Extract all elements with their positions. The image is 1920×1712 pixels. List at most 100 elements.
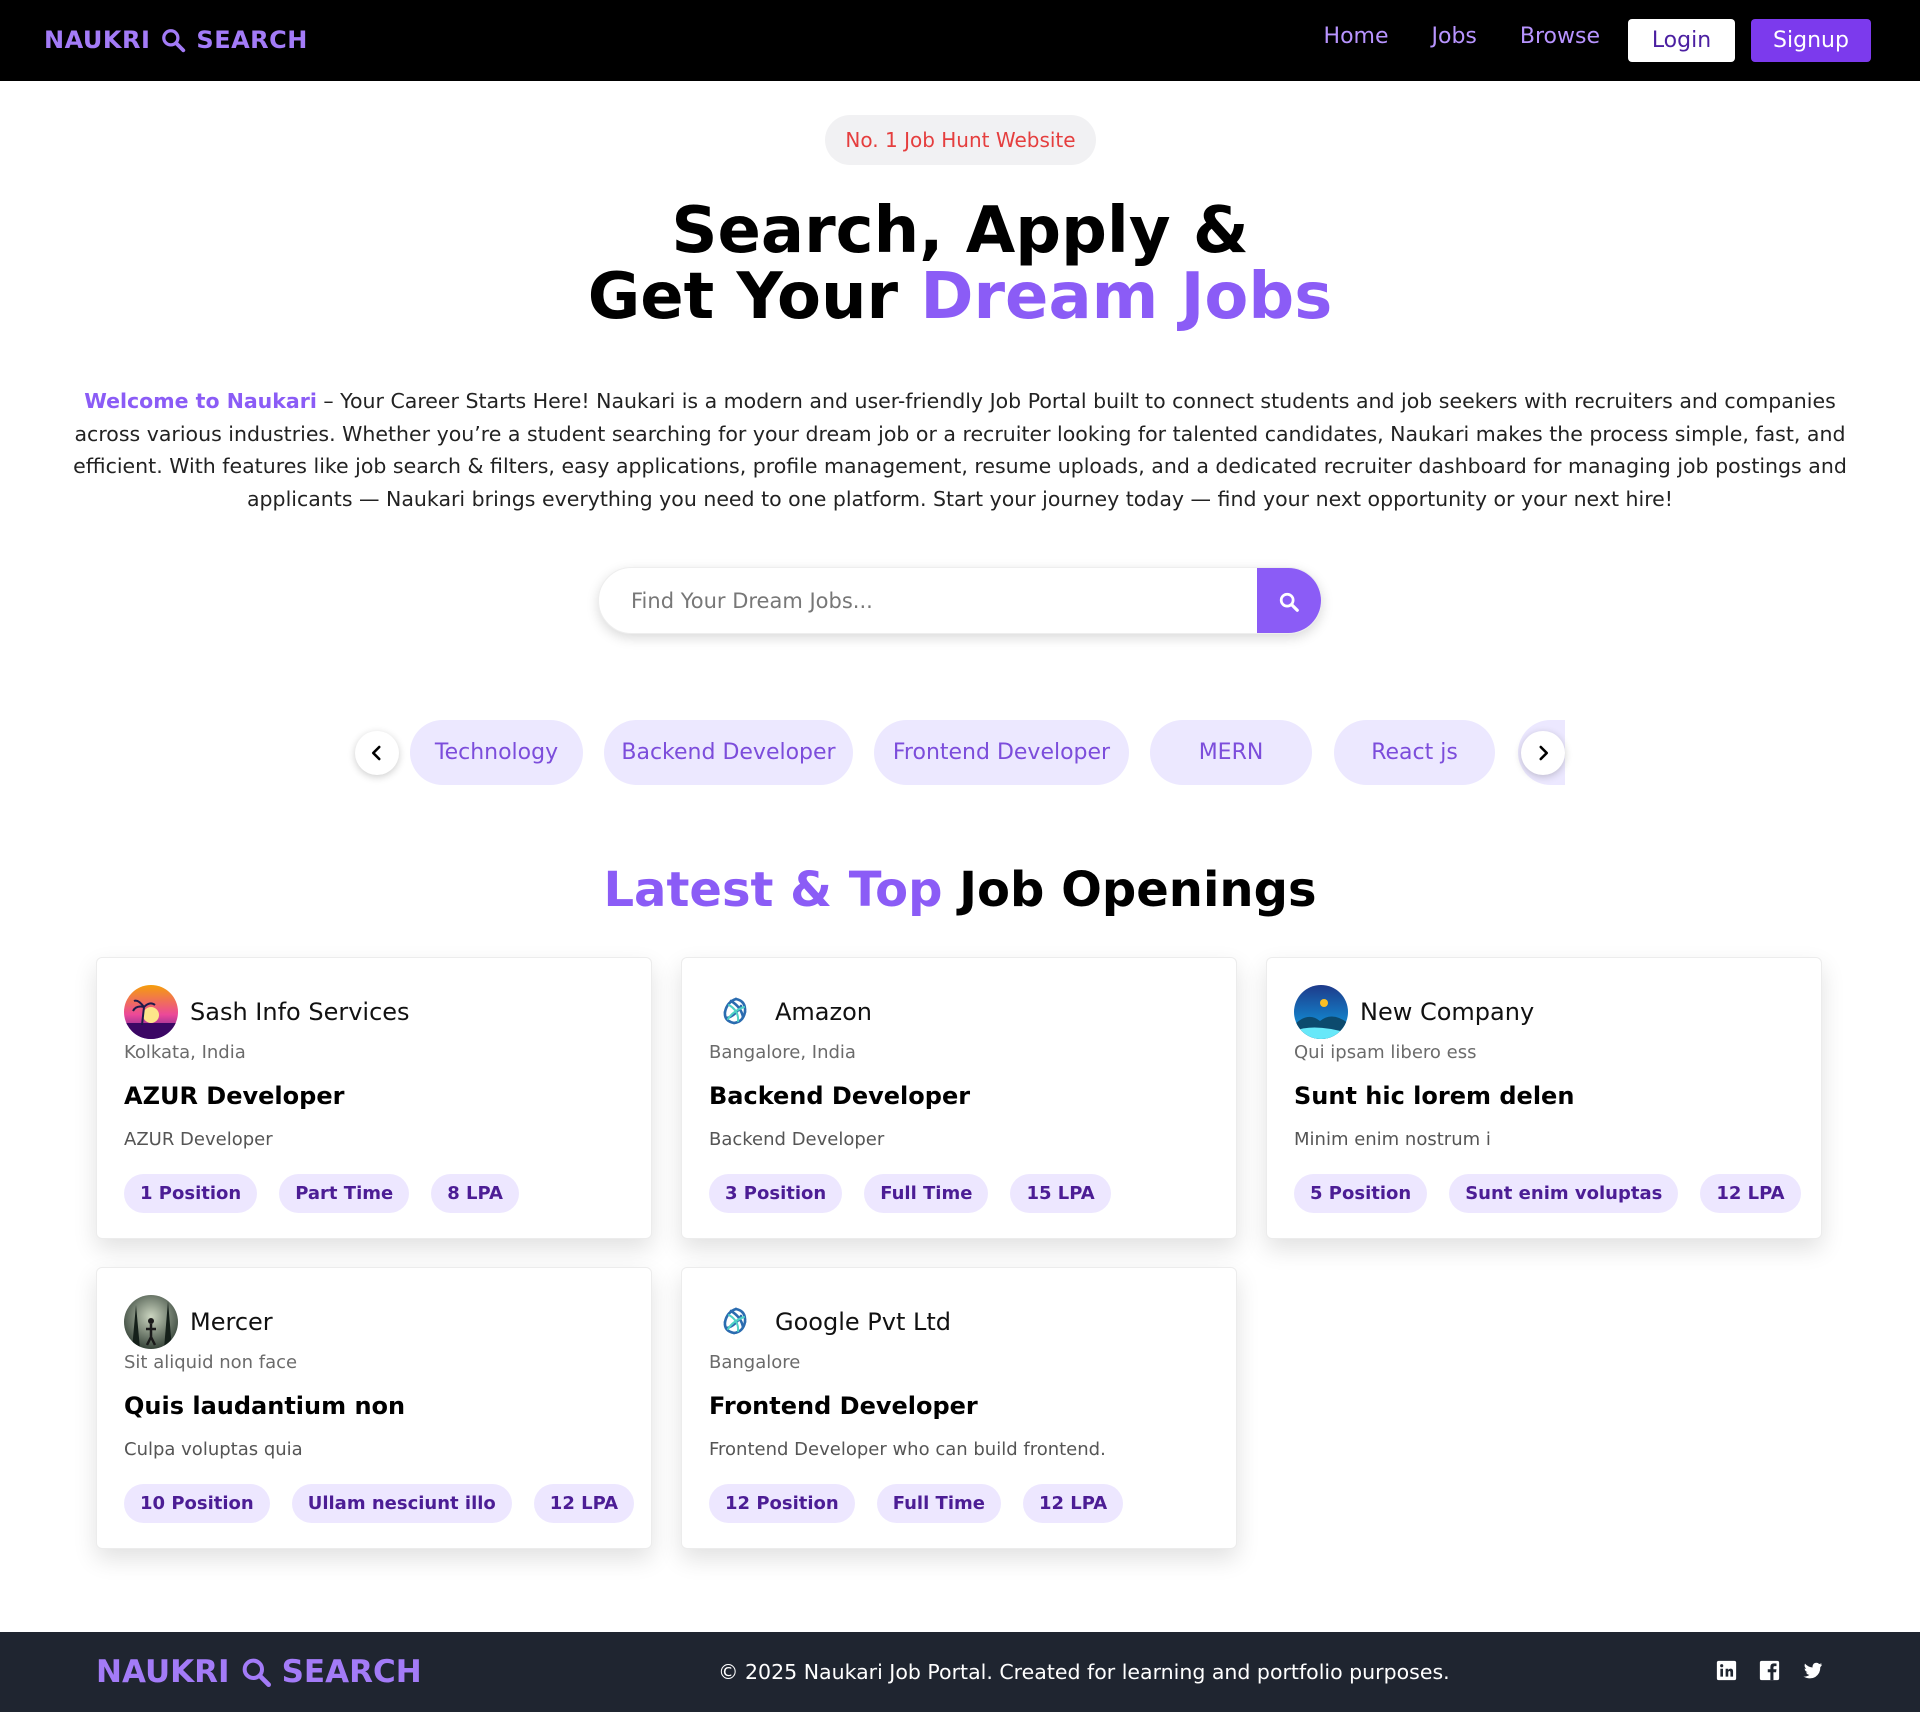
card-header: Amazon [709,985,872,1039]
salary-badge: 12 LPA [1700,1174,1801,1213]
company-name: Sash Info Services [190,998,410,1026]
job-tags: 12 Position Full Time 12 LPA [709,1484,1124,1523]
brand-right: SEARCH [196,26,308,54]
intro-text: – Your Career Starts Here! Naukari is a … [73,389,1847,511]
positions-badge: 3 Position [709,1174,843,1213]
signup-button[interactable]: Signup [1751,19,1871,62]
company-logo [709,1295,763,1349]
positions-badge: 5 Position [1294,1174,1428,1213]
hero-title-accent: Dream Jobs [920,260,1333,334]
nav-links: Home Jobs Browse [1324,24,1600,49]
positions-badge: 10 Position [124,1484,270,1523]
login-button[interactable]: Login [1628,19,1735,62]
search-button[interactable] [1257,568,1321,633]
category-chip-mern[interactable]: MERN [1150,720,1312,785]
job-tags: 5 Position Sunt enim voluptas 12 LPA [1294,1174,1801,1213]
card-header: Google Pvt Ltd [709,1295,951,1349]
job-tags: 1 Position Part Time 8 LPA [124,1174,519,1213]
intro-paragraph: Welcome to Naukari – Your Career Starts … [68,385,1852,515]
search-bar [598,567,1322,634]
category-chip-backend[interactable]: Backend Developer [604,720,853,785]
footer-copyright: © 2025 Naukari Job Portal. Created for l… [718,1660,1450,1684]
carousel-next-button[interactable] [1521,731,1565,775]
footer: NAUKRI SEARCH © 2025 Naukari Job Portal.… [0,1632,1920,1712]
twitter-icon[interactable] [1802,1660,1823,1681]
job-title: Frontend Developer [709,1392,978,1420]
nav-link-jobs[interactable]: Jobs [1432,24,1477,49]
job-card[interactable]: Mercer Sit aliquid non face Quis laudant… [96,1267,652,1549]
positions-badge: 1 Position [124,1174,258,1213]
job-title: AZUR Developer [124,1082,345,1110]
spiral-logo-icon [709,1295,763,1349]
company-name: Google Pvt Ltd [775,1308,951,1336]
category-chip-react[interactable]: React js [1334,720,1495,785]
chevron-left-icon [371,745,381,761]
job-card[interactable]: New Company Qui ipsam libero ess Sunt hi… [1266,957,1822,1239]
salary-badge: 15 LPA [1010,1174,1111,1213]
hero-title: Search, Apply & Get Your Dream Jobs [0,198,1920,330]
job-location: Qui ipsam libero ess [1294,1042,1477,1063]
job-card[interactable]: Amazon Bangalore, India Backend Develope… [681,957,1237,1239]
job-tags: 3 Position Full Time 15 LPA [709,1174,1111,1213]
company-name: Amazon [775,998,872,1026]
footer-brand-right: SEARCH [281,1654,422,1690]
footer-brand[interactable]: NAUKRI SEARCH [96,1654,422,1690]
category-chip-technology[interactable]: Technology [410,720,583,785]
company-name: Mercer [190,1308,273,1336]
navbar: NAUKRI SEARCH Home Jobs Browse Login Sig… [0,0,1920,81]
hero-title-line2: Get Your [587,260,921,334]
job-location: Bangalore, India [709,1042,856,1063]
company-logo [1294,985,1348,1039]
job-description: Minim enim nostrum i [1294,1129,1491,1150]
company-name: New Company [1360,998,1535,1026]
search-icon [1279,592,1299,612]
job-card[interactable]: Sash Info Services Kolkata, India AZUR D… [96,957,652,1239]
job-type-badge: Part Time [279,1174,410,1213]
night-landscape-icon [1294,985,1348,1039]
sunset-palm-icon [124,985,178,1039]
job-description: Frontend Developer who can build fronten… [709,1439,1106,1460]
category-carousel: Technology Backend Developer Frontend De… [352,715,1565,790]
nav-link-home[interactable]: Home [1324,24,1389,49]
forest-figure-icon [124,1295,178,1349]
job-tags: 10 Position Ullam nesciunt illo 12 LPA [124,1484,635,1523]
intro-highlight: Welcome to Naukari [84,389,317,413]
job-type-badge: Ullam nesciunt illo [291,1484,512,1523]
section-title: Latest & Top Job Openings [0,862,1920,918]
search-input[interactable] [599,568,1257,633]
card-header: New Company [1294,985,1534,1039]
facebook-icon[interactable] [1759,1660,1780,1681]
footer-brand-left: NAUKRI [96,1654,230,1690]
job-location: Kolkata, India [124,1042,246,1063]
positions-badge: 12 Position [709,1484,855,1523]
job-title: Quis laudantium non [124,1392,406,1420]
job-description: AZUR Developer [124,1129,273,1150]
salary-badge: 12 LPA [533,1484,635,1523]
job-location: Bangalore [709,1352,801,1373]
brand-left: NAUKRI [44,26,151,54]
company-logo [709,985,763,1039]
job-type-badge: Full Time [864,1174,989,1213]
job-description: Backend Developer [709,1129,885,1150]
job-type-badge: Full Time [876,1484,1001,1523]
company-logo [124,985,178,1039]
job-type-badge: Sunt enim voluptas [1449,1174,1679,1213]
carousel-prev-button[interactable] [355,731,399,775]
brand-logo[interactable]: NAUKRI SEARCH [44,26,308,54]
card-header: Mercer [124,1295,273,1349]
category-chip-frontend[interactable]: Frontend Developer [874,720,1129,785]
nav-link-browse[interactable]: Browse [1520,24,1600,49]
salary-badge: 8 LPA [431,1174,519,1213]
job-card[interactable]: Google Pvt Ltd Bangalore Frontend Develo… [681,1267,1237,1549]
job-title: Sunt hic lorem delen [1294,1082,1575,1110]
company-logo [124,1295,178,1349]
section-title-plain: Job Openings [942,862,1317,918]
job-description: Culpa voluptas quia [124,1439,303,1460]
job-location: Sit aliquid non face [124,1352,298,1373]
linkedin-icon[interactable] [1716,1660,1737,1681]
job-title: Backend Developer [709,1082,971,1110]
salary-badge: 12 LPA [1022,1484,1124,1523]
search-icon [162,29,186,53]
search-icon [242,1658,271,1687]
section-title-accent: Latest & Top [603,862,943,918]
